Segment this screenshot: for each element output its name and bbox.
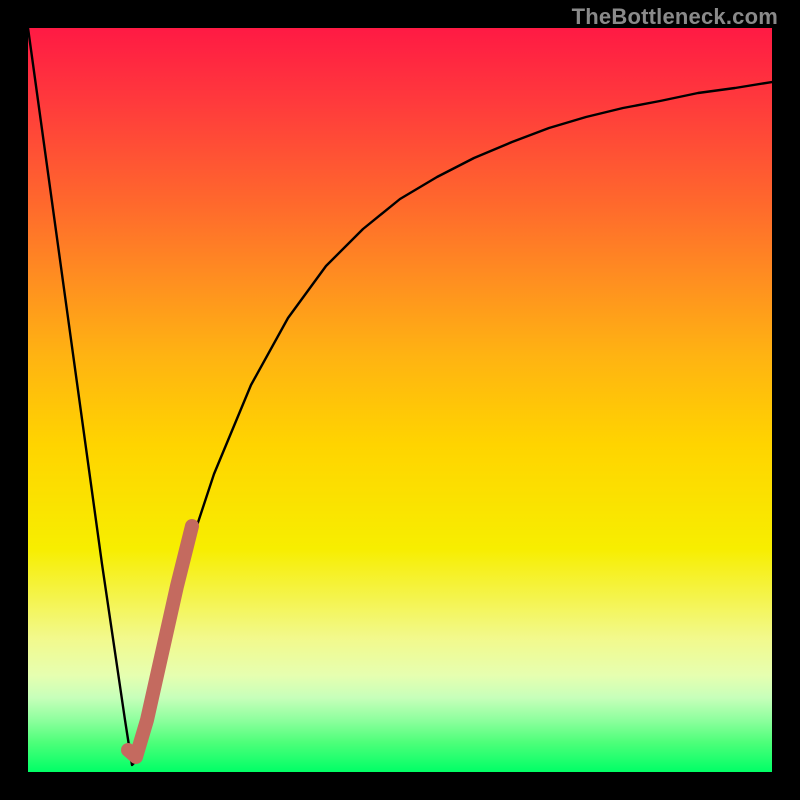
chart-frame: TheBottleneck.com (0, 0, 800, 800)
chart-gradient-background (28, 28, 772, 772)
watermark-text: TheBottleneck.com (572, 4, 778, 30)
